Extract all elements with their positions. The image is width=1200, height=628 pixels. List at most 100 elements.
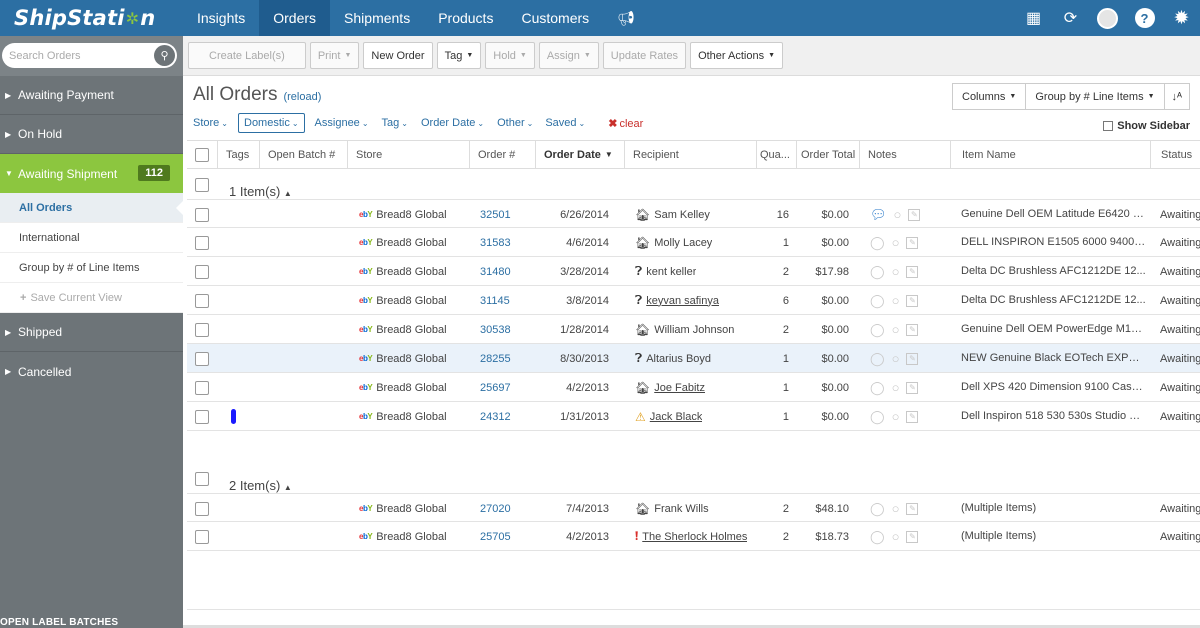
order-number-link[interactable]: 31145 — [480, 286, 510, 315]
select-all-checkbox[interactable] — [195, 147, 209, 162]
speech-bubble-icon[interactable]: ◯ — [870, 529, 885, 545]
sidebar-item-all-orders[interactable]: All Orders — [0, 193, 184, 223]
header-tags[interactable]: Tags — [217, 141, 259, 168]
order-number-link[interactable]: 31583 — [480, 228, 511, 257]
search-input[interactable] — [9, 49, 149, 62]
print-button[interactable]: Print ▼ — [309, 42, 360, 69]
filter-tag[interactable]: Tag ⌄ — [382, 117, 408, 129]
header-item-name[interactable]: Item Name — [950, 141, 1150, 168]
filter-saved[interactable]: Saved ⌄ — [545, 117, 585, 129]
row-checkbox[interactable] — [195, 235, 209, 250]
speech-bubble-icon[interactable]: ◯ — [870, 235, 885, 251]
table-row[interactable]: ebY Bread8 Global 25705 4/2/2013 ❗︎ The Sherl… — [187, 522, 1200, 551]
table-row[interactable]: ebY Bread8 Global 24312 1/31/2013 ⚠︎ Jack Bla… — [187, 402, 1200, 431]
order-number-link[interactable]: 24312 — [480, 402, 511, 431]
help-icon[interactable]: ? — [1126, 0, 1163, 36]
internal-note-icon[interactable]: ○ — [892, 501, 900, 516]
table-row[interactable]: ebY Bread8 Global 31480 3/28/2014 ❓︎ kent kel… — [187, 257, 1200, 286]
show-sidebar-toggle[interactable]: Show Sidebar — [1103, 120, 1190, 132]
nav-insights[interactable]: Insights — [183, 0, 259, 36]
internal-note-icon[interactable]: ○ — [892, 264, 900, 279]
table-row[interactable]: ebY Bread8 Global 31145 3/8/2014 ❓︎ keyvan sa… — [187, 286, 1200, 315]
internal-note-icon[interactable]: ○ — [892, 322, 900, 337]
order-number-link[interactable]: 25697 — [480, 373, 511, 402]
hold-button[interactable]: Hold ▼ — [485, 42, 535, 69]
update-rates-button[interactable]: Update Rates — [602, 42, 687, 69]
calculator-icon[interactable]: ▦ — [1015, 0, 1052, 36]
other-actions-button[interactable]: Other Actions ▼ — [690, 42, 784, 69]
row-checkbox[interactable] — [195, 529, 209, 544]
save-current-view-button[interactable]: + Save Current View — [0, 283, 183, 313]
edit-note-icon[interactable]: ✎ — [908, 208, 921, 221]
header-notes[interactable]: Notes — [859, 141, 950, 168]
nav-orders[interactable]: Orders — [259, 0, 331, 36]
internal-note-icon[interactable]: ○ — [892, 529, 900, 544]
internal-note-icon[interactable]: ○ — [892, 235, 900, 250]
new-order-button[interactable]: New Order — [363, 42, 433, 69]
sidebar-item-international[interactable]: International — [0, 223, 183, 253]
create-labels-button[interactable]: Create Label(s) — [188, 42, 306, 69]
reload-link[interactable]: (reload) — [283, 91, 321, 103]
edit-note-icon[interactable]: ✎ — [906, 294, 919, 307]
header-quantity[interactable]: Qua... — [756, 141, 796, 168]
internal-note-icon[interactable]: ○ — [892, 380, 900, 395]
recipient-name[interactable]: Altarius Boyd — [646, 353, 711, 365]
recipient-name[interactable]: Sam Kelley — [654, 209, 710, 221]
order-number-link[interactable]: 32501 — [480, 200, 511, 229]
user-avatar-icon[interactable] — [1089, 0, 1126, 36]
filter-assignee[interactable]: Assignee ⌄ — [315, 117, 369, 129]
speech-bubble-icon[interactable]: 💬︎ — [870, 207, 887, 223]
assign-button[interactable]: Assign ▼ — [538, 42, 599, 69]
sort-az-icon[interactable]: ↓ᴬ — [1163, 83, 1190, 110]
speech-bubble-icon[interactable]: ◯ — [870, 380, 885, 396]
settings-gear-icon[interactable]: ✹ — [1163, 0, 1200, 36]
header-recipient[interactable]: Recipient — [624, 141, 756, 168]
filter-store[interactable]: Store ⌄ — [193, 117, 228, 129]
row-checkbox[interactable] — [195, 380, 209, 395]
tag-color-marker[interactable] — [231, 409, 236, 424]
search-icon[interactable]: ⚲ — [154, 45, 175, 66]
clear-filters-link[interactable]: ✖ clear — [608, 117, 643, 130]
table-row[interactable]: ebY Bread8 Global 27020 7/4/2013 🏠︎ Frank Wil… — [187, 493, 1200, 522]
row-checkbox[interactable] — [195, 293, 209, 308]
edit-note-icon[interactable]: ✎ — [906, 381, 919, 394]
speech-bubble-icon[interactable]: ◯ — [870, 351, 885, 367]
group-checkbox[interactable] — [195, 178, 209, 192]
sidebar-awaiting-payment[interactable]: ▶ Awaiting Payment — [0, 76, 183, 115]
megaphone-icon[interactable]: 📢︎ — [603, 0, 649, 36]
row-checkbox[interactable] — [195, 322, 209, 337]
recipient-name[interactable]: Joe Fabitz — [654, 382, 705, 394]
header-order-date[interactable]: Order Date ▼ — [535, 141, 624, 168]
nav-shipments[interactable]: Shipments — [330, 0, 424, 36]
recipient-name[interactable]: William Johnson — [654, 324, 734, 336]
speech-bubble-icon[interactable]: ◯ — [870, 501, 885, 517]
table-row[interactable]: ebY Bread8 Global 25697 4/2/2013 🏠︎ Joe Fabit… — [187, 373, 1200, 402]
row-checkbox[interactable] — [195, 351, 209, 366]
order-number-link[interactable]: 31480 — [480, 257, 511, 286]
sidebar-cancelled[interactable]: ▶ Cancelled — [0, 352, 183, 391]
order-number-link[interactable]: 25705 — [480, 522, 511, 551]
filter-other[interactable]: Other ⌄ — [497, 117, 533, 129]
edit-note-icon[interactable]: ✎ — [906, 410, 919, 423]
internal-note-icon[interactable]: ○ — [892, 409, 900, 424]
row-checkbox[interactable] — [195, 501, 209, 516]
header-order-number[interactable]: Order # — [469, 141, 535, 168]
edit-note-icon[interactable]: ✎ — [906, 265, 919, 278]
recipient-name[interactable]: kent keller — [646, 266, 696, 278]
speech-bubble-icon[interactable]: ◯ — [870, 322, 885, 338]
header-store[interactable]: Store — [347, 141, 469, 168]
table-row[interactable]: ebY Bread8 Global 32501 6/26/2014 🏠︎ Sam Kell… — [187, 199, 1200, 228]
internal-note-icon[interactable]: ○ — [892, 293, 900, 308]
speech-bubble-icon[interactable]: ◯ — [870, 409, 885, 425]
row-checkbox[interactable] — [195, 264, 209, 279]
filter-domestic[interactable]: Domestic ⌄ — [238, 113, 305, 133]
internal-note-icon[interactable]: ○ — [892, 351, 900, 366]
tag-button[interactable]: Tag ▼ — [436, 42, 482, 69]
refresh-icon[interactable]: ⟳ — [1052, 0, 1089, 36]
nav-customers[interactable]: Customers — [507, 0, 603, 36]
speech-bubble-icon[interactable]: ◯ — [870, 264, 885, 280]
columns-button[interactable]: Columns ▼ — [952, 83, 1027, 110]
table-row[interactable]: ebY Bread8 Global 28255 8/30/2013 ❓︎ Altarius… — [187, 344, 1200, 373]
recipient-name[interactable]: Frank Wills — [654, 503, 708, 515]
group-by-button[interactable]: Group by # Line Items ▼ — [1025, 83, 1165, 110]
